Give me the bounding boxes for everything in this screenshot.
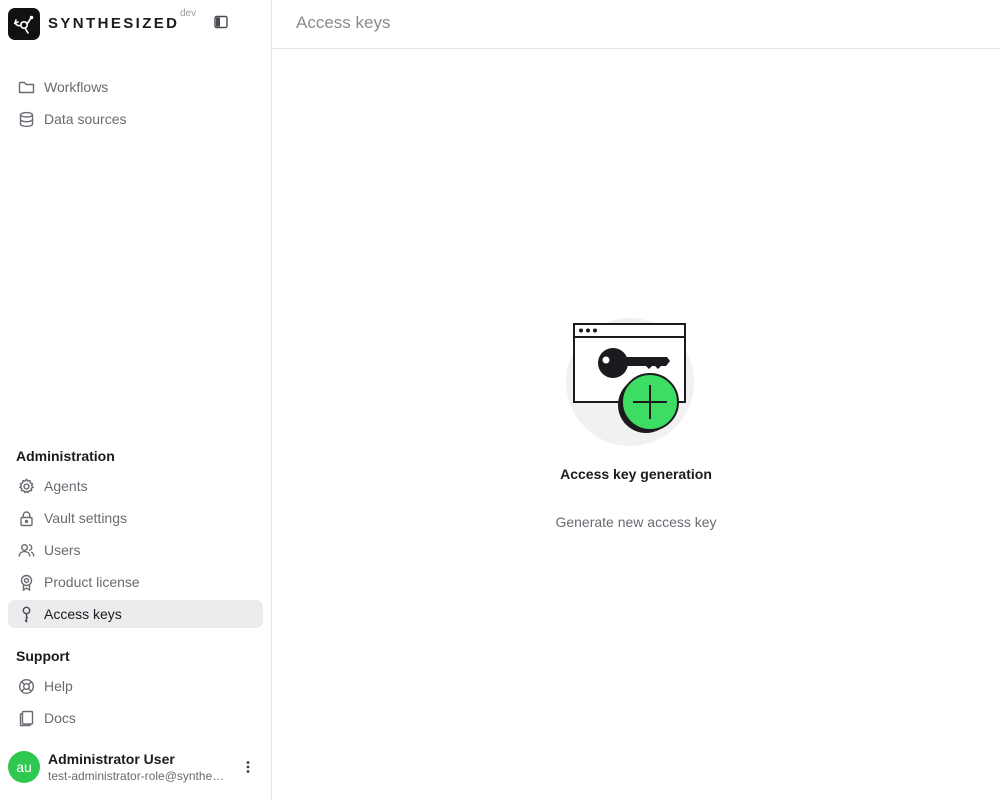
user-menu-button[interactable] — [239, 757, 257, 777]
access-key-illustration-icon — [566, 318, 694, 446]
page-header: Access keys — [272, 0, 1000, 49]
brand-wordmark: SYNTHESIZED — [48, 15, 180, 32]
award-icon — [18, 574, 35, 591]
user-email: test-administrator-role@synthesized.io — [48, 769, 228, 783]
sidebar-item-label: Agents — [44, 478, 88, 494]
sidebar-item-docs[interactable]: Docs — [8, 704, 263, 732]
sidebar-item-vault-settings[interactable]: Vault settings — [8, 504, 263, 532]
user-name: Administrator User — [48, 751, 175, 767]
brand-logo-icon — [8, 7, 40, 40]
sidebar: SYNTHESIZED dev Workflows Data sources A… — [0, 0, 272, 800]
sidebar-item-label: Docs — [44, 710, 76, 726]
folder-icon — [18, 79, 35, 96]
sidebar-item-help[interactable]: Help — [8, 672, 263, 700]
collapse-sidebar-button[interactable] — [212, 13, 230, 31]
user-profile: au Administrator User test-administrator… — [8, 748, 263, 786]
more-vertical-icon — [246, 761, 250, 773]
gear-icon — [18, 478, 35, 495]
avatar[interactable]: au — [8, 751, 40, 783]
key-icon — [18, 606, 35, 623]
sidebar-item-label: Access keys — [44, 606, 122, 622]
user-info: Administrator User test-administrator-ro… — [48, 750, 228, 784]
empty-state: Access key generation Generate new acces… — [272, 310, 1000, 530]
sidebar-item-label: Product license — [44, 574, 140, 590]
empty-state-title: Access key generation — [560, 466, 712, 482]
sidebar-item-access-keys[interactable]: Access keys — [8, 600, 263, 628]
sidebar-item-label: Help — [44, 678, 73, 694]
database-icon — [18, 111, 35, 128]
page-title: Access keys — [296, 13, 391, 32]
sidebar-item-workflows[interactable]: Workflows — [8, 73, 263, 101]
sidebar-item-label: Workflows — [44, 79, 109, 95]
sidebar-item-agents[interactable]: Agents — [8, 472, 263, 500]
users-icon — [18, 542, 35, 559]
lifebuoy-icon — [18, 678, 35, 695]
sidebar-item-label: Users — [44, 542, 81, 558]
sidebar-toggle-icon — [214, 15, 228, 29]
administration-heading: Administration — [16, 448, 115, 464]
environment-badge: dev — [180, 8, 197, 19]
docs-icon — [18, 710, 35, 727]
sidebar-item-product-license[interactable]: Product license — [8, 568, 263, 596]
sidebar-item-label: Vault settings — [44, 510, 128, 526]
lock-icon — [18, 510, 35, 527]
sidebar-item-data-sources[interactable]: Data sources — [8, 105, 263, 133]
brand[interactable]: SYNTHESIZED — [8, 7, 179, 40]
support-heading: Support — [16, 648, 70, 664]
sidebar-item-users[interactable]: Users — [8, 536, 263, 564]
generate-access-key-button[interactable]: Generate new access key — [555, 514, 716, 530]
sidebar-item-label: Data sources — [44, 111, 127, 127]
